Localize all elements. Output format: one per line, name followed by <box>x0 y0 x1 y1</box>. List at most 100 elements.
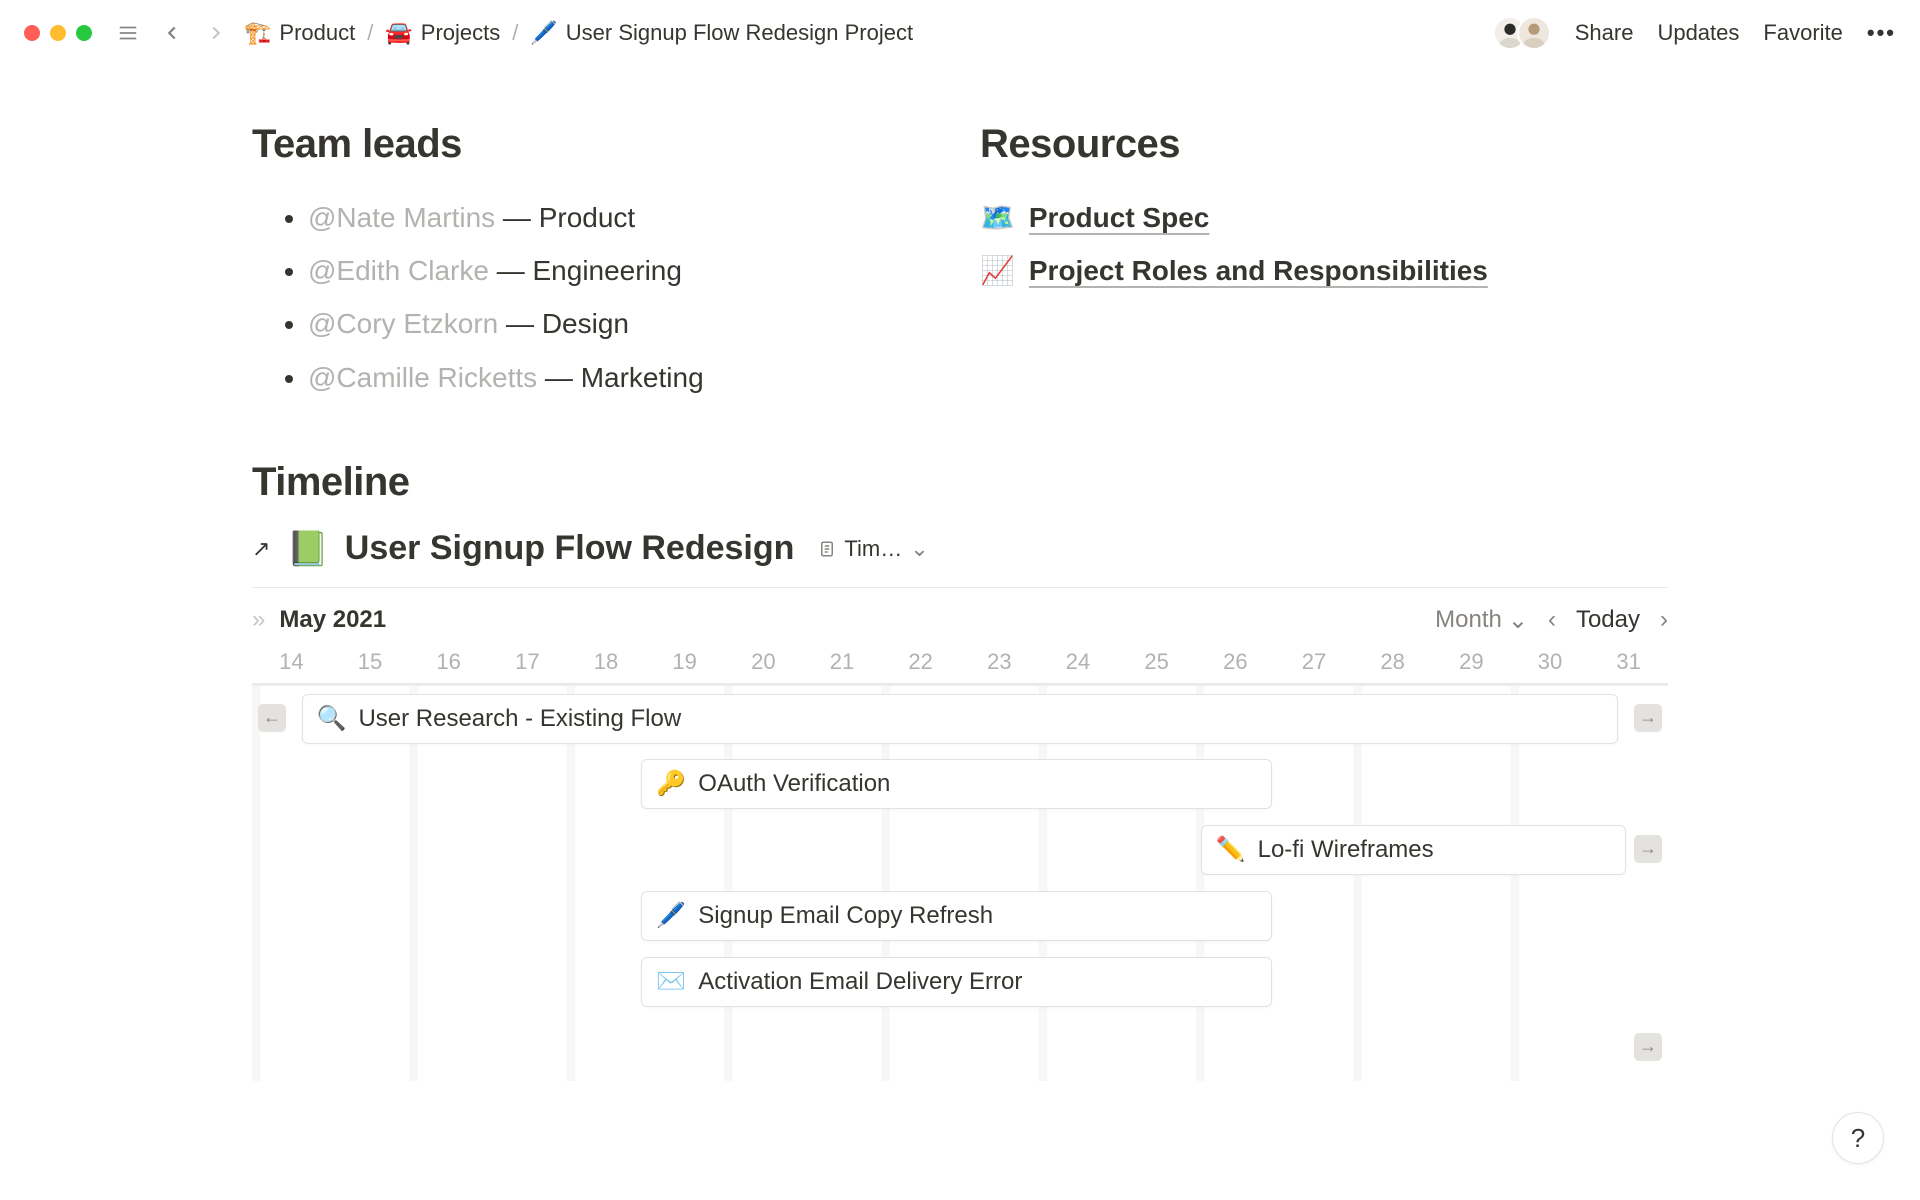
breadcrumb-label: User Signup Flow Redesign Project <box>566 20 913 46</box>
mention[interactable]: @Cory Etzkorn <box>308 308 498 339</box>
resources-list: 🗺️ Product Spec 📈 Project Roles and Resp… <box>980 191 1668 297</box>
mention[interactable]: @Camille Ricketts <box>308 362 537 393</box>
mention[interactable]: @Nate Martins <box>308 202 495 233</box>
resource-link: Project Roles and Responsibilities <box>1029 244 1488 297</box>
maximize-window-icon[interactable] <box>76 25 92 41</box>
timeline-task-oauth[interactable]: 🔑 OAuth Verification <box>641 759 1271 809</box>
breadcrumb-item-product[interactable]: 🏗️ Product <box>244 20 355 46</box>
role-label: — <box>545 362 581 393</box>
day-cell: 25 <box>1117 649 1196 675</box>
day-cell: 30 <box>1511 649 1590 675</box>
scale-picker[interactable]: Month ⌄ <box>1435 606 1528 635</box>
prev-period-button[interactable]: ‹ <box>1548 606 1556 634</box>
timeline-heading: Timeline <box>252 460 1668 505</box>
day-cell: 14 <box>252 649 331 675</box>
overflow-right-icon[interactable]: → <box>1634 835 1662 863</box>
overflow-left-icon[interactable]: ← <box>258 704 286 732</box>
pen-icon: 🖊️ <box>656 901 686 930</box>
share-button[interactable]: Share <box>1575 20 1634 46</box>
presence-avatars[interactable] <box>1493 16 1551 50</box>
role-label: — <box>503 202 539 233</box>
day-cell: 16 <box>409 649 488 675</box>
task-label: OAuth Verification <box>698 770 890 798</box>
chevron-down-icon: ⌄ <box>1508 606 1528 635</box>
view-picker[interactable]: Tim… ⌄ <box>810 532 936 566</box>
favorite-button[interactable]: Favorite <box>1763 20 1842 46</box>
scale-label: Month <box>1435 606 1502 634</box>
day-cell: 24 <box>1039 649 1118 675</box>
map-icon: 🗺️ <box>980 191 1015 244</box>
mention[interactable]: @Edith Clarke <box>308 255 489 286</box>
breadcrumb-separator: / <box>367 20 373 46</box>
pencil-icon: ✏️ <box>1216 835 1246 864</box>
day-cell: 31 <box>1589 649 1668 675</box>
timeline-db-header: ↗ 📗 User Signup Flow Redesign Tim… ⌄ <box>252 529 1668 569</box>
team-lead-item-marketing: @Camille Ricketts — Marketing <box>308 351 940 404</box>
avatar <box>1517 16 1551 50</box>
chart-icon: 📈 <box>980 244 1015 297</box>
close-window-icon[interactable] <box>24 25 40 41</box>
timeline-task-wireframes[interactable]: ✏️ Lo-fi Wireframes <box>1201 825 1626 875</box>
back-button[interactable] <box>156 17 188 49</box>
overflow-right-icon[interactable]: → <box>1634 704 1662 732</box>
team-lead-item-product: @Nate Martins — Product <box>308 191 940 244</box>
view-label: Tim… <box>844 536 902 562</box>
help-button[interactable]: ? <box>1832 1112 1884 1164</box>
overflow-right-icon[interactable]: → <box>1634 1033 1662 1061</box>
hamburger-icon[interactable] <box>112 17 144 49</box>
day-cell: 27 <box>1275 649 1354 675</box>
resource-link: Product Spec <box>1029 191 1209 244</box>
car-icon: 🚘 <box>385 20 412 46</box>
timeline-lane: ← 🔍 User Research - Existing Flow → <box>252 685 1668 751</box>
breadcrumb-item-current[interactable]: 🖊️ User Signup Flow Redesign Project <box>530 20 913 46</box>
document-icon <box>818 540 836 558</box>
day-cell: 22 <box>881 649 960 675</box>
key-icon: 🔑 <box>656 769 686 798</box>
magnifier-icon: 🔍 <box>317 704 347 733</box>
breadcrumb-separator: / <box>512 20 518 46</box>
resources-heading: Resources <box>980 122 1668 167</box>
timeline-task-activation-email[interactable]: ✉️ Activation Email Delivery Error <box>641 957 1271 1007</box>
timeline-lane: 🔑 OAuth Verification <box>252 751 1668 817</box>
day-cell: 19 <box>645 649 724 675</box>
more-menu-icon[interactable]: ••• <box>1867 20 1896 46</box>
timeline-lane: ✉️ Activation Email Delivery Error <box>252 949 1668 1015</box>
timeline-section: Timeline ↗ 📗 User Signup Flow Redesign T… <box>252 460 1668 1081</box>
day-cell: 26 <box>1196 649 1275 675</box>
resource-item-spec[interactable]: 🗺️ Product Spec <box>980 191 1668 244</box>
timeline-day-header: 14 15 16 17 18 19 20 21 22 23 24 25 26 2… <box>252 643 1668 683</box>
role-label: — <box>506 308 542 339</box>
timeline-db-title[interactable]: User Signup Flow Redesign <box>345 529 795 568</box>
breadcrumb-label: Product <box>279 20 355 46</box>
breadcrumb: 🏗️ Product / 🚘 Projects / 🖊️ User Signup… <box>244 20 1481 46</box>
construction-icon: 🏗️ <box>244 20 271 46</box>
topbar: 🏗️ Product / 🚘 Projects / 🖊️ User Signup… <box>0 0 1920 66</box>
resource-item-roles[interactable]: 📈 Project Roles and Responsibilities <box>980 244 1668 297</box>
chevron-down-icon: ⌄ <box>910 536 928 562</box>
breadcrumb-item-projects[interactable]: 🚘 Projects <box>385 20 500 46</box>
timeline-lane: 🖊️ Signup Email Copy Refresh <box>252 883 1668 949</box>
timeline-month-label: May 2021 <box>279 606 386 634</box>
timeline-lane: ✏️ Lo-fi Wireframes → <box>252 817 1668 883</box>
task-label: Lo-fi Wireframes <box>1258 836 1434 864</box>
team-leads-section: Team leads @Nate Martins — Product @Edit… <box>252 122 940 404</box>
next-period-button[interactable]: › <box>1660 606 1668 634</box>
topbar-actions: Share Updates Favorite ••• <box>1493 16 1896 50</box>
open-as-page-icon[interactable]: ↗ <box>252 536 270 562</box>
role-label: — <box>497 255 533 286</box>
updates-button[interactable]: Updates <box>1657 20 1739 46</box>
task-label: Signup Email Copy Refresh <box>698 902 993 930</box>
task-label: Activation Email Delivery Error <box>698 968 1022 996</box>
today-button[interactable]: Today <box>1576 606 1640 634</box>
timeline-controls: » May 2021 Month ⌄ ‹ Today › <box>252 588 1668 643</box>
minimize-window-icon[interactable] <box>50 25 66 41</box>
day-cell: 17 <box>488 649 567 675</box>
team-lead-item-design: @Cory Etzkorn — Design <box>308 297 940 350</box>
day-cell: 28 <box>1353 649 1432 675</box>
resources-section: Resources 🗺️ Product Spec 📈 Project Role… <box>980 122 1668 404</box>
timeline-body[interactable]: ← 🔍 User Research - Existing Flow → 🔑 OA… <box>252 683 1668 1081</box>
page-content: Team leads @Nate Martins — Product @Edit… <box>0 66 1920 1081</box>
timeline-task-signup-email[interactable]: 🖊️ Signup Email Copy Refresh <box>641 891 1271 941</box>
expand-sidebar-icon[interactable]: » <box>252 606 265 634</box>
timeline-task-user-research[interactable]: 🔍 User Research - Existing Flow <box>302 694 1619 744</box>
